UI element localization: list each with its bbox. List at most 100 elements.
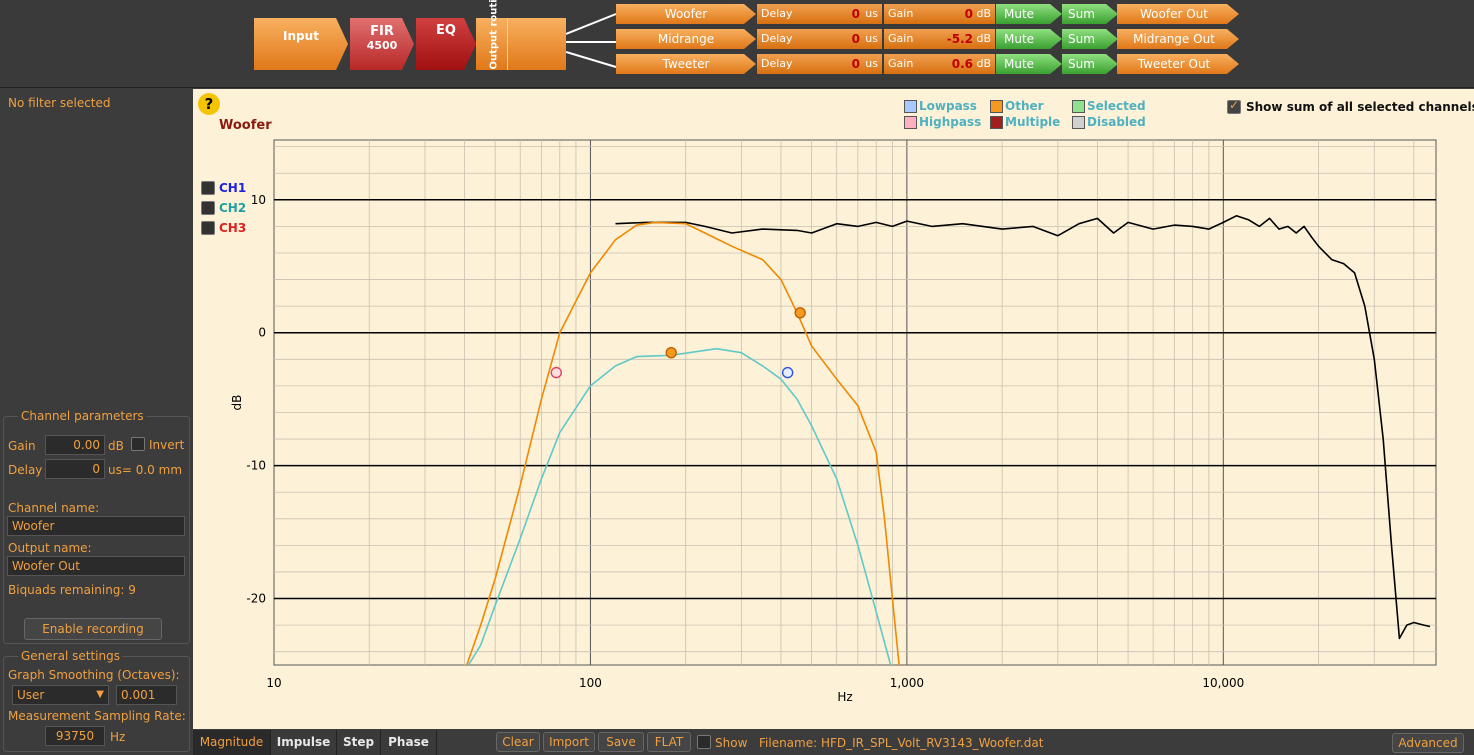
channel-parameters-title: Channel parameters bbox=[18, 409, 147, 423]
sampling-rate-input[interactable]: 93750 bbox=[45, 726, 105, 746]
delay-input[interactable]: 0 bbox=[45, 459, 105, 479]
channel-1-name-button[interactable]: Midrange bbox=[616, 29, 756, 49]
filter-marker-0 bbox=[550, 366, 562, 379]
channel-2-output-button[interactable]: Tweeter Out bbox=[1117, 54, 1239, 74]
channel-1-gain-label: Gain bbox=[888, 32, 914, 45]
invert-label: Invert bbox=[149, 438, 185, 452]
filter-marker-3 bbox=[781, 366, 794, 379]
channel-1-delay-field[interactable]: Delay 0 us bbox=[757, 29, 882, 49]
output-name-input[interactable]: Woofer Out bbox=[7, 556, 185, 576]
channel-1-name: Midrange bbox=[657, 32, 715, 46]
channel-0-sum-button[interactable]: Sum bbox=[1062, 4, 1118, 24]
channel-1-sum-label: Sum bbox=[1068, 32, 1095, 46]
signal-chain-bar: Input FIR 4500 EQ Output routing Woofer … bbox=[0, 0, 1474, 88]
channel-0-gain-field[interactable]: Gain 0 dB bbox=[884, 4, 995, 24]
x-axis-label: Hz bbox=[837, 690, 852, 704]
channel-0-sum-label: Sum bbox=[1068, 7, 1095, 21]
channel-0-delay-unit: us bbox=[865, 7, 878, 20]
output-routing-label: Output routing bbox=[488, 0, 499, 69]
delay-label: Delay bbox=[8, 463, 43, 477]
filter-marker-2 bbox=[794, 307, 806, 319]
y-tick-label: 0 bbox=[258, 326, 266, 340]
import-button[interactable]: Import bbox=[543, 732, 595, 752]
app-window: Input FIR 4500 EQ Output routing Woofer … bbox=[0, 0, 1474, 755]
channel-0-delay-value: 0 bbox=[851, 7, 860, 21]
bottom-toolbar: Magnitude Impulse Step Phase Clear Impor… bbox=[193, 730, 1474, 755]
y-tick-label: -20 bbox=[246, 592, 266, 606]
magnitude-chart[interactable]: 10 100 1,000 10,000100-10-20HzdB bbox=[193, 89, 1474, 729]
channel-2-sum-button[interactable]: Sum bbox=[1062, 54, 1118, 74]
eq-block-label: EQ bbox=[436, 23, 456, 38]
eq-block[interactable]: EQ bbox=[416, 18, 476, 70]
smoothing-label: Graph Smoothing (Octaves): bbox=[8, 668, 180, 682]
filter-status: No filter selected bbox=[8, 96, 111, 110]
y-axis-label: dB bbox=[230, 395, 244, 411]
channel-1-mute-label: Mute bbox=[1004, 32, 1035, 46]
input-block-label: Input bbox=[283, 29, 319, 43]
channel-2-name-button[interactable]: Tweeter bbox=[616, 54, 756, 74]
channel-2-name: Tweeter bbox=[662, 57, 710, 71]
clear-button[interactable]: Clear bbox=[496, 732, 540, 752]
channel-2-mute-button[interactable]: Mute bbox=[996, 54, 1062, 74]
output-routing-block[interactable]: Output routing bbox=[476, 0, 566, 70]
channel-2-gain-value: 0.6 bbox=[951, 57, 973, 71]
x-tick-label: 10 bbox=[266, 676, 281, 690]
channel-2-delay-label: Delay bbox=[761, 57, 793, 70]
channel-2-gain-unit: dB bbox=[976, 57, 991, 70]
filter-marker-1 bbox=[665, 346, 677, 359]
channel-0-name-button[interactable]: Woofer bbox=[616, 4, 756, 24]
filename-text: Filename: HFD_IR_SPL_Volt_RV3143_Woofer.… bbox=[759, 736, 1044, 750]
channel-name-input[interactable]: Woofer bbox=[7, 516, 185, 536]
channel-2-delay-unit: us bbox=[865, 57, 878, 70]
gain-input[interactable]: 0.00 bbox=[45, 435, 105, 455]
chevron-down-icon: ▼ bbox=[96, 689, 104, 700]
smoothing-value-input[interactable]: 0.001 bbox=[116, 685, 177, 705]
general-settings-title: General settings bbox=[18, 649, 123, 663]
advanced-button[interactable]: Advanced bbox=[1392, 733, 1464, 753]
channel-2-gain-field[interactable]: Gain 0.6 dB bbox=[884, 54, 995, 74]
tab-1[interactable]: Impulse bbox=[271, 730, 337, 755]
save-button[interactable]: Save bbox=[598, 732, 644, 752]
channel-1-gain-value: -5.2 bbox=[946, 32, 973, 46]
fir-taps-label: 4500 bbox=[366, 39, 398, 52]
channel-2-delay-value: 0 bbox=[851, 57, 860, 71]
sampling-rate-label: Measurement Sampling Rate: bbox=[8, 709, 186, 723]
channel-name-label: Channel name: bbox=[8, 501, 100, 515]
channel-1-mute-button[interactable]: Mute bbox=[996, 29, 1062, 49]
channel-0-delay-label: Delay bbox=[761, 7, 793, 20]
flat-button[interactable]: FLAT bbox=[647, 732, 691, 752]
channel-0-delay-field[interactable]: Delay 0 us bbox=[757, 4, 882, 24]
channel-0-mute-button[interactable]: Mute bbox=[996, 4, 1062, 24]
smoothing-mode-select[interactable]: User ▼ bbox=[12, 685, 109, 705]
routing-lines bbox=[566, 13, 617, 68]
x-tick-label: 10,000 bbox=[1202, 676, 1244, 690]
tab-0[interactable]: Magnitude bbox=[193, 730, 271, 755]
y-tick-label: 10 bbox=[251, 193, 266, 207]
output-name-label: Output name: bbox=[8, 541, 92, 555]
invert-checkbox[interactable] bbox=[131, 437, 145, 451]
enable-recording-button[interactable]: Enable recording bbox=[24, 618, 162, 640]
tab-2[interactable]: Step bbox=[337, 730, 381, 755]
channel-0-gain-value: 0 bbox=[964, 7, 973, 21]
channel-2-output-name: Tweeter Out bbox=[1137, 57, 1211, 71]
channel-0-output-name: Woofer Out bbox=[1140, 7, 1208, 21]
delay-unit: us= 0.0 mm bbox=[108, 463, 183, 477]
fir-block-label: FIR bbox=[370, 24, 394, 39]
gain-unit: dB bbox=[108, 439, 124, 453]
channel-2-delay-field[interactable]: Delay 0 us bbox=[757, 54, 882, 74]
input-block[interactable]: Input bbox=[254, 18, 348, 70]
sampling-rate-unit: Hz bbox=[110, 730, 126, 744]
x-tick-label: 1,000 bbox=[890, 676, 924, 690]
plot-panel: ? Woofer Lowpass Highpass Other Multiple… bbox=[193, 89, 1474, 729]
x-tick-label: 100 bbox=[579, 676, 602, 690]
channel-1-sum-button[interactable]: Sum bbox=[1062, 29, 1118, 49]
tab-3[interactable]: Phase bbox=[381, 730, 437, 755]
channel-1-output-button[interactable]: Midrange Out bbox=[1117, 29, 1239, 49]
channel-2-mute-label: Mute bbox=[1004, 57, 1035, 71]
channel-1-gain-field[interactable]: Gain -5.2 dB bbox=[884, 29, 995, 49]
fir-block[interactable]: FIR 4500 bbox=[350, 18, 414, 70]
channel-0-output-button[interactable]: Woofer Out bbox=[1117, 4, 1239, 24]
show-checkbox[interactable] bbox=[697, 735, 711, 749]
channel-1-output-name: Midrange Out bbox=[1133, 32, 1215, 46]
biquads-remaining: Biquads remaining: 9 bbox=[8, 583, 136, 597]
